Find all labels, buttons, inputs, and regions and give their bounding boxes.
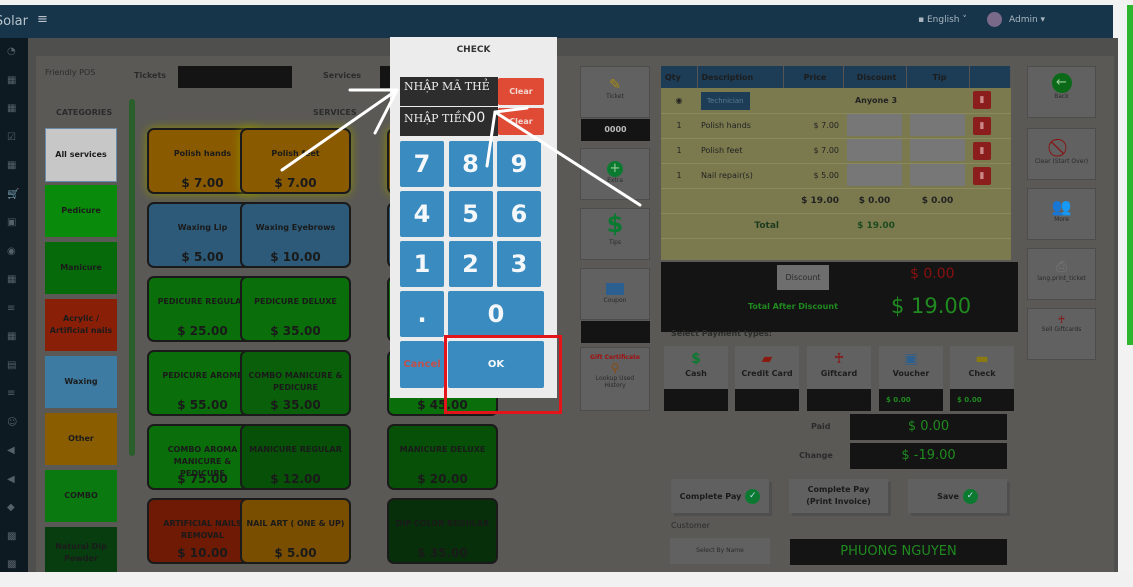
annotation-arrows [280, 88, 642, 207]
arrow-line [493, 110, 642, 207]
arrow-head [485, 110, 497, 168]
arrow-head [493, 106, 529, 114]
bottom-bar [0, 572, 1133, 587]
arrow-line [280, 88, 399, 172]
